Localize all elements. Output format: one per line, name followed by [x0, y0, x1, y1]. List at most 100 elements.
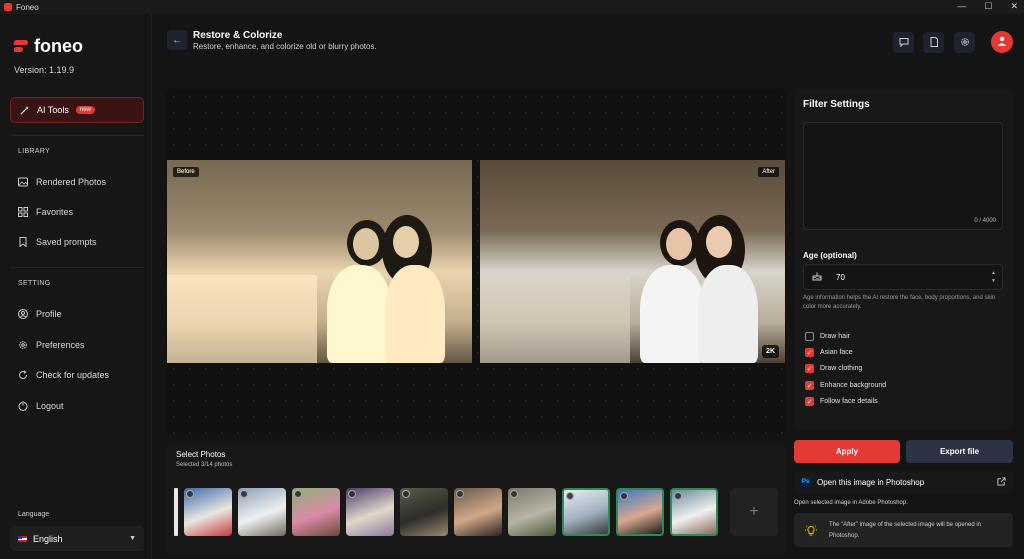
option-draw-hair[interactable]: Draw hair — [805, 332, 850, 341]
sidebar-item-logout[interactable]: Logout — [18, 401, 64, 411]
before-photo[interactable]: Before — [167, 160, 472, 363]
person — [640, 265, 705, 363]
photo-thumbnail[interactable] — [346, 488, 394, 536]
option-asian-face[interactable]: ✓ Asian face — [805, 348, 853, 357]
photoshop-icon: Ps — [800, 477, 811, 487]
refresh-icon — [18, 370, 28, 380]
char-counter: 0 / 4000 — [974, 218, 996, 224]
us-flag-icon — [18, 535, 27, 542]
thumbnail-select-icon — [620, 492, 628, 500]
divider — [10, 267, 144, 268]
photo-thumbnail[interactable] — [616, 488, 664, 536]
tablecloth — [167, 275, 317, 363]
before-label: Before — [173, 167, 199, 177]
user-icon — [997, 33, 1007, 51]
thumbnail-select-icon — [402, 490, 410, 498]
sidebar-item-label: Rendered Photos — [36, 177, 107, 187]
back-button[interactable]: ← — [167, 30, 187, 50]
select-photos-count: Selected 3/14 photos — [176, 462, 233, 468]
add-photo-button[interactable]: + — [730, 488, 778, 536]
photo-thumbnail[interactable] — [454, 488, 502, 536]
thumbnail-select-icon — [510, 490, 518, 498]
option-follow-face-details[interactable]: ✓ Follow face details — [805, 397, 878, 406]
document-button[interactable] — [923, 32, 944, 53]
select-photos-title: Select Photos — [176, 450, 226, 459]
chevron-down-icon: ▼ — [129, 535, 136, 542]
page-title: Restore & Colorize — [193, 30, 283, 41]
sidebar-item-ai-tools[interactable]: AI Tools new — [10, 97, 144, 123]
checkbox[interactable]: ✓ — [805, 381, 814, 390]
apply-button[interactable]: Apply — [794, 440, 900, 463]
feedback-button[interactable] — [893, 32, 914, 53]
sidebar-item-profile[interactable]: Profile — [18, 309, 62, 319]
face — [706, 226, 732, 258]
photo-thumbnail[interactable] — [184, 488, 232, 536]
thumbnail-select-icon — [240, 490, 248, 498]
photo-thumbnail[interactable] — [670, 488, 718, 536]
thumbnail-partial[interactable] — [174, 488, 178, 536]
document-icon — [929, 34, 939, 52]
language-value: English — [33, 533, 63, 544]
person — [698, 265, 758, 363]
close-button[interactable]: ✕ — [1010, 1, 1018, 12]
sidebar-item-check-updates[interactable]: Check for updates — [18, 370, 109, 380]
photo-thumbnail[interactable] — [238, 488, 286, 536]
sidebar-item-saved-prompts[interactable]: Saved prompts — [18, 237, 97, 247]
grid-icon — [18, 207, 28, 217]
option-draw-clothing[interactable]: ✓ Draw clothing — [805, 364, 862, 373]
gear-icon — [18, 340, 28, 350]
after-photo[interactable]: After 2K — [480, 160, 785, 363]
open-in-photoshop-button[interactable]: Ps Open this image in Photoshop — [794, 471, 1013, 493]
language-select[interactable]: English ▼ — [10, 526, 144, 551]
minimize-button[interactable]: — — [957, 1, 966, 12]
brand-name: foneo — [34, 36, 83, 56]
prompt-textarea[interactable]: 0 / 4000 — [803, 122, 1003, 230]
sidebar-item-label: Favorites — [36, 207, 74, 217]
photo-thumbnail[interactable] — [508, 488, 556, 536]
sidebar-item-favorites[interactable]: Favorites — [18, 207, 73, 217]
checkbox[interactable] — [805, 332, 814, 341]
sidebar-item-preferences[interactable]: Preferences — [18, 340, 85, 350]
age-input[interactable]: 70 ▲ ▼ — [803, 264, 1003, 290]
thumbnail-select-icon — [294, 490, 302, 498]
sidebar-item-rendered-photos[interactable]: Rendered Photos — [18, 177, 106, 187]
settings-button[interactable] — [954, 32, 975, 53]
external-link-icon — [997, 476, 1006, 488]
sidebar-item-label: Check for updates — [36, 370, 110, 380]
sidebar-item-label: Profile — [36, 309, 62, 319]
checkbox[interactable]: ✓ — [805, 397, 814, 406]
option-enhance-background[interactable]: ✓ Enhance background — [805, 381, 886, 390]
thumbnail-select-icon — [348, 490, 356, 498]
lightbulb-icon — [805, 524, 817, 542]
magic-wand-icon — [20, 105, 30, 115]
option-label: Enhance background — [820, 382, 887, 389]
app-version: Version: 1.19.9 — [14, 65, 75, 75]
maximize-button[interactable]: ☐ — [984, 1, 992, 12]
sidebar-item-label: Saved prompts — [36, 237, 97, 247]
export-file-button[interactable]: Export file — [906, 440, 1013, 463]
thumbnail-strip: + — [174, 488, 778, 536]
sidebar: foneo Version: 1.19.9 AI Tools new LIBRA… — [0, 14, 152, 559]
face — [353, 228, 379, 260]
app-logo-icon — [4, 3, 12, 11]
checkbox[interactable]: ✓ — [805, 348, 814, 357]
sidebar-item-label: AI Tools — [37, 105, 69, 115]
option-label: Follow face details — [820, 398, 878, 405]
sidebar-item-label: Preferences — [36, 340, 85, 350]
checkbox[interactable]: ✓ — [805, 364, 814, 373]
person — [385, 265, 445, 363]
age-value: 70 — [836, 272, 845, 282]
window-controls: — ☐ ✕ — [957, 1, 1018, 12]
face — [666, 228, 692, 260]
foneo-logo-icon — [14, 39, 30, 54]
user-avatar-button[interactable] — [991, 31, 1013, 53]
photo-thumbnail[interactable] — [292, 488, 340, 536]
age-stepper[interactable]: ▲ ▼ — [991, 269, 996, 285]
page-subtitle: Restore, enhance, and colorize old or bl… — [193, 42, 377, 51]
option-label: Asian face — [820, 349, 853, 356]
photo-thumbnail[interactable] — [562, 488, 610, 536]
logout-icon — [18, 401, 28, 411]
photo-thumbnail[interactable] — [400, 488, 448, 536]
filter-settings-panel: Filter Settings 0 / 4000 Age (optional) … — [794, 89, 1013, 429]
photoshop-info-text: The "After" image of the selected image … — [829, 522, 982, 539]
